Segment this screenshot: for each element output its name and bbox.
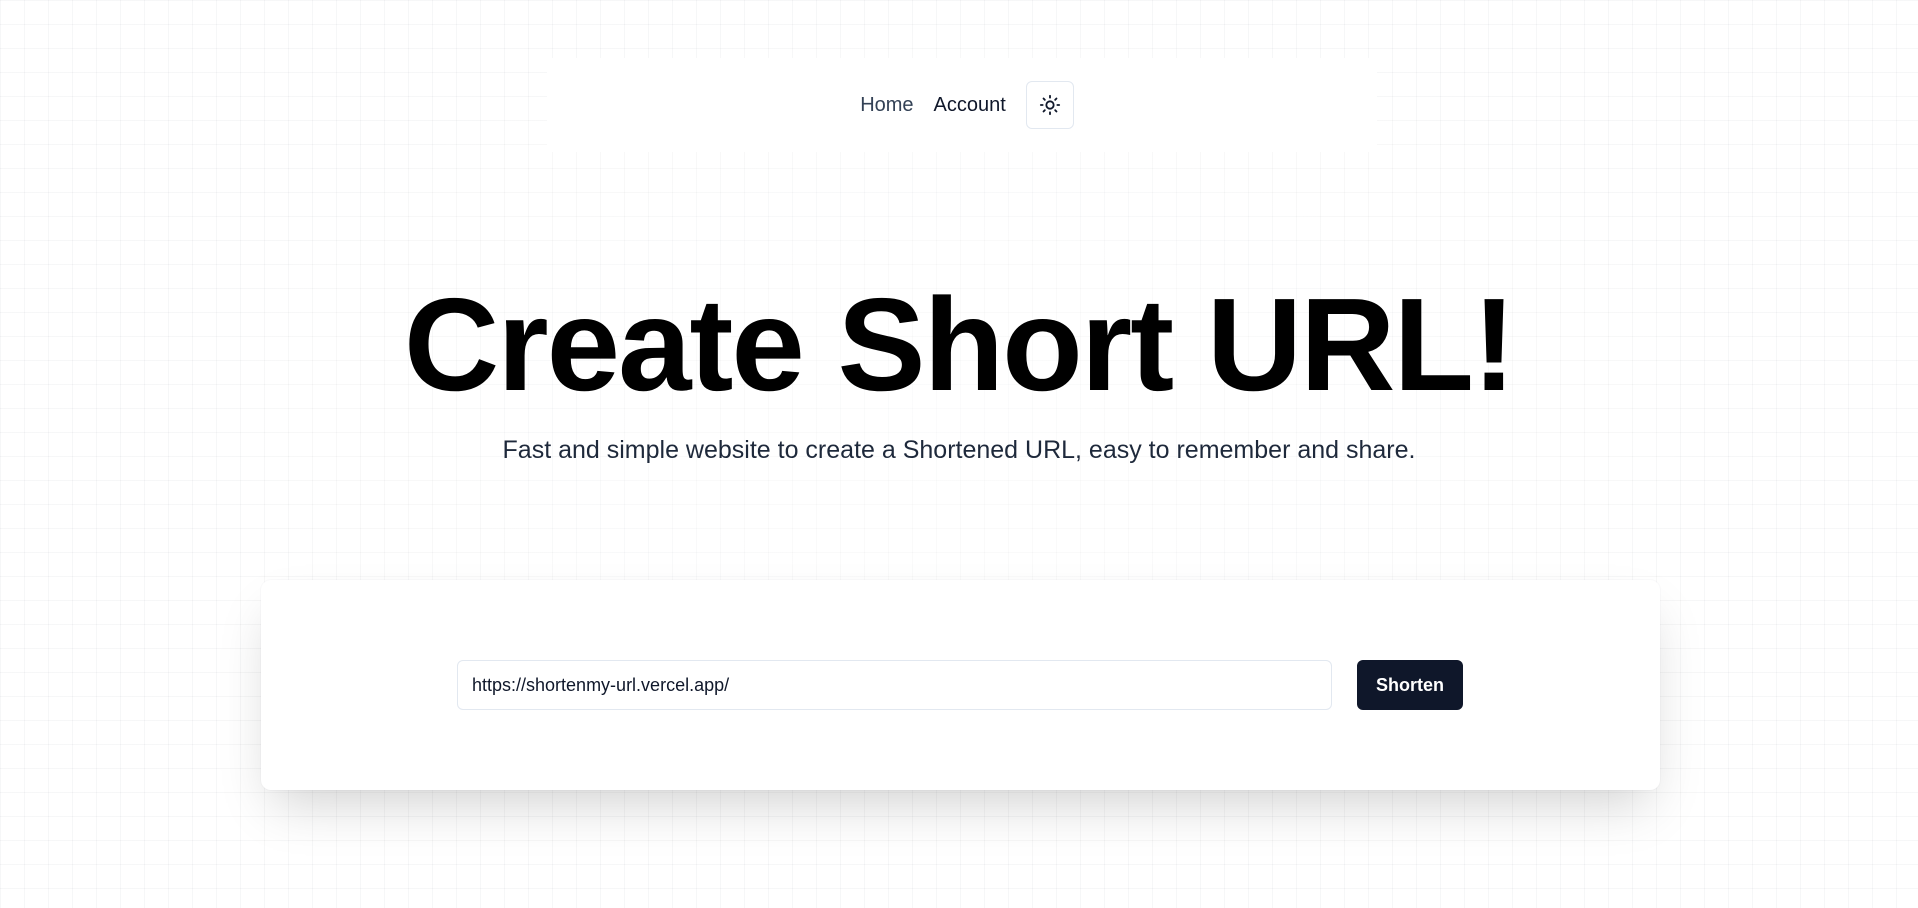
page-title: Create Short URL! — [403, 271, 1516, 418]
nav-account-link[interactable]: Account — [924, 90, 1016, 120]
hero-section: Create Short URL! Fast and simple websit… — [0, 270, 1918, 466]
sun-icon — [1039, 94, 1061, 116]
nav-home-link[interactable]: Home — [850, 90, 923, 120]
shorten-button[interactable]: Shorten — [1357, 660, 1463, 710]
theme-toggle-button[interactable] — [1025, 81, 1074, 129]
shortener-card: Shorten — [261, 580, 1660, 790]
url-input[interactable] — [457, 660, 1332, 710]
page-subtitle: Fast and simple website to create a Shor… — [502, 436, 1416, 464]
top-navbar: Home Account — [547, 58, 1377, 152]
